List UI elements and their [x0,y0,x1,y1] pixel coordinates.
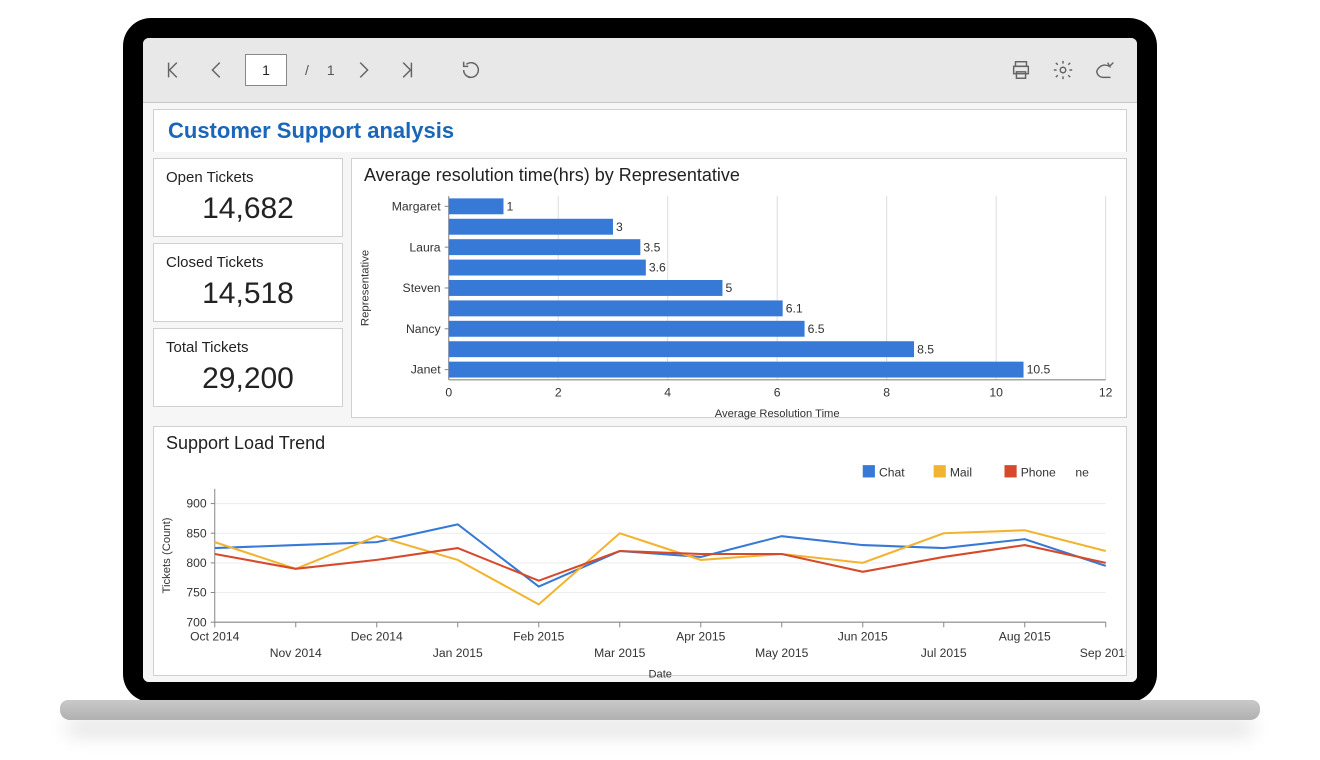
prev-page-button[interactable] [203,56,231,84]
svg-text:Margaret: Margaret [392,199,441,213]
svg-text:Dec 2014: Dec 2014 [351,630,403,644]
settings-button[interactable] [1049,56,1077,84]
svg-text:6.1: 6.1 [786,301,803,315]
svg-text:Apr 2015: Apr 2015 [676,630,725,644]
svg-text:3.6: 3.6 [649,261,666,275]
page-separator: / [305,62,309,78]
tile-closed-label: Closed Tickets [166,254,330,271]
svg-text:2: 2 [555,385,562,399]
svg-text:Oct 2014: Oct 2014 [190,630,239,644]
svg-text:10.5: 10.5 [1027,363,1051,377]
svg-text:10: 10 [989,385,1003,399]
svg-text:750: 750 [186,586,206,600]
report-body: Customer Support analysis Open Tickets 1… [143,103,1137,682]
print-button[interactable] [1007,56,1035,84]
report-toolbar: 1 / 1 [143,38,1137,103]
svg-text:Sep 2015: Sep 2015 [1080,646,1126,660]
report-title: Customer Support analysis [153,109,1127,152]
svg-text:6: 6 [774,385,781,399]
svg-text:May 2015: May 2015 [755,646,808,660]
svg-text:ne: ne [1075,465,1089,479]
svg-text:Steven: Steven [403,281,441,295]
export-button[interactable] [1091,56,1119,84]
next-page-button[interactable] [349,56,377,84]
svg-text:Feb 2015: Feb 2015 [513,630,564,644]
svg-text:Janet: Janet [411,363,441,377]
refresh-button[interactable] [457,56,485,84]
laptop-frame: 1 / 1 [125,20,1155,700]
svg-text:3: 3 [616,220,623,234]
svg-text:800: 800 [186,556,206,570]
line-chart: 700 750 800 850 900 Oct 2014 Nov 2014 Dec 2014 J… [154,460,1126,680]
svg-text:Aug 2015: Aug 2015 [999,630,1051,644]
line-chart-title: Support Load Trend [154,427,1126,460]
svg-text:Average Resolution Time: Average Resolution Time [715,408,840,420]
svg-text:Jul 2015: Jul 2015 [921,646,967,660]
tile-open-value: 14,682 [166,192,330,226]
svg-text:Mar 2015: Mar 2015 [594,646,645,660]
svg-text:Jun 2015: Jun 2015 [838,630,888,644]
svg-text:Phone: Phone [1021,465,1056,479]
svg-text:Jan 2015: Jan 2015 [433,646,483,660]
last-page-button[interactable] [391,56,419,84]
tile-total-value: 29,200 [166,362,330,396]
svg-text:3.5: 3.5 [643,240,660,254]
panel-bar-chart: Average resolution time(hrs) by Represen… [351,158,1127,418]
svg-text:0: 0 [445,385,452,399]
screen: 1 / 1 [143,38,1137,682]
tile-closed-tickets: Closed Tickets 14,518 [153,243,343,322]
tile-total-tickets: Total Tickets 29,200 [153,328,343,407]
svg-text:4: 4 [664,385,671,399]
kpi-tiles: Open Tickets 14,682 Closed Tickets 14,51… [153,158,343,418]
svg-text:1: 1 [507,199,514,213]
bar-chart: 0 2 4 6 8 10 12 1 3 3.5 3.6 5 6.1 6.5 8.5 10.5 Margaret L… [352,192,1126,421]
svg-text:Date: Date [648,669,672,680]
svg-text:Laura: Laura [409,240,440,254]
svg-text:8: 8 [883,385,890,399]
svg-text:Nancy: Nancy [406,322,441,336]
svg-text:850: 850 [186,526,206,540]
svg-text:12: 12 [1099,385,1113,399]
page-current-input[interactable]: 1 [245,54,287,86]
svg-text:6.5: 6.5 [808,322,825,336]
svg-text:Mail: Mail [950,465,972,479]
svg-text:Tickets (Count): Tickets (Count) [161,517,173,593]
first-page-button[interactable] [161,56,189,84]
tile-open-label: Open Tickets [166,169,330,186]
panel-line-chart: Support Load Trend 700 750 800 850 900 Oct 20… [153,426,1127,676]
svg-text:8.5: 8.5 [917,342,934,356]
bar-chart-title: Average resolution time(hrs) by Represen… [352,159,1126,192]
svg-text:700: 700 [186,615,206,629]
tile-closed-value: 14,518 [166,277,330,311]
svg-text:Representative: Representative [359,250,371,326]
svg-text:Chat: Chat [879,465,905,479]
tile-open-tickets: Open Tickets 14,682 [153,158,343,237]
tile-total-label: Total Tickets [166,339,330,356]
svg-text:5: 5 [726,281,733,295]
page-total: 1 [327,62,335,78]
svg-text:900: 900 [186,497,206,511]
laptop-base [60,700,1260,720]
svg-text:Nov 2014: Nov 2014 [270,646,322,660]
